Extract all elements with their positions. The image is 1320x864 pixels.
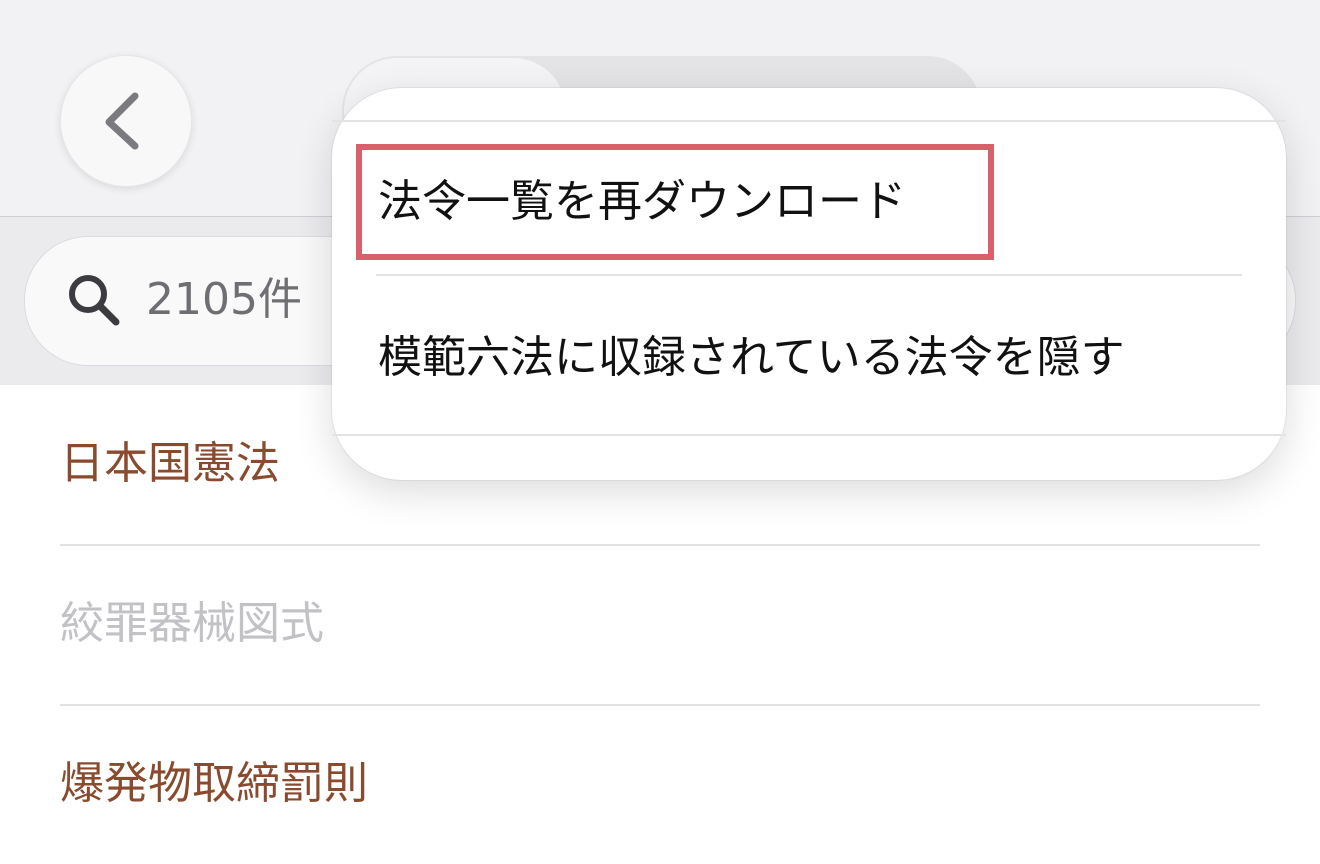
search-result-count: 2105件 — [146, 274, 302, 325]
chevron-left-icon — [105, 92, 139, 150]
highlight-box — [356, 144, 994, 260]
menu-separator — [376, 274, 1242, 276]
list-item[interactable]: 絞罪器械図式 — [60, 544, 1260, 706]
list-item[interactable]: 爆発物取締罰則 — [60, 704, 1260, 864]
law-title: 絞罪器械図式 — [60, 598, 324, 649]
back-button[interactable] — [60, 55, 192, 187]
law-title: 爆発物取締罰則 — [60, 758, 368, 809]
menu-item-hide-model-roppo-laws[interactable]: 模範六法に収録されている法令を隠す — [378, 328, 1125, 388]
magnifier-icon — [69, 275, 120, 326]
menu-separator — [332, 434, 1286, 436]
law-title: 日本国憲法 — [60, 438, 280, 489]
menu-separator — [332, 120, 1286, 122]
